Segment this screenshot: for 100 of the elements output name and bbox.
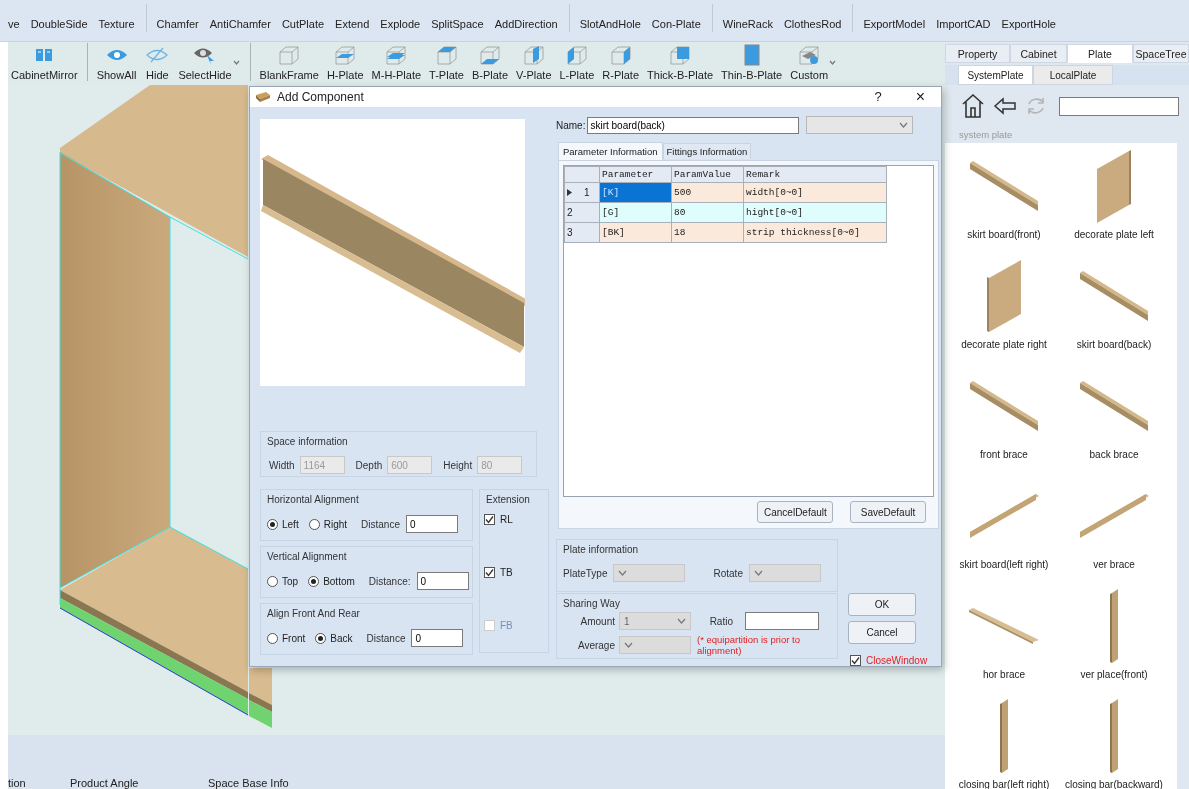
group-title: Vertical Alignment xyxy=(266,550,348,563)
search-field[interactable] xyxy=(1059,96,1179,116)
button[interactable]: Cancel xyxy=(848,621,916,644)
toolbar-button[interactable]: Explode xyxy=(376,17,425,32)
button[interactable]: SaveDefault xyxy=(850,501,926,523)
library-item[interactable]: ver brace xyxy=(1059,475,1169,585)
toolbar-button[interactable]: B-Plate xyxy=(468,44,512,82)
distance-field[interactable]: 0 xyxy=(405,515,458,533)
row-header[interactable]: 2 xyxy=(564,202,600,223)
library-item[interactable]: decorate plate right xyxy=(949,255,1059,365)
row-header[interactable]: 3 xyxy=(564,222,600,243)
toolbar-button[interactable]: ExportHole xyxy=(997,17,1060,32)
library-item[interactable]: ver place(front) xyxy=(1059,585,1169,695)
library-item[interactable]: skirt board(back) xyxy=(1059,255,1169,365)
tab[interactable]: Plate xyxy=(1067,44,1133,63)
toolbar-button[interactable]: ExportModel xyxy=(859,17,930,32)
toolbar-button[interactable]: ClothesRod xyxy=(779,17,846,32)
distance-field[interactable]: 0 xyxy=(411,629,464,647)
button[interactable]: CancelDefault xyxy=(757,501,833,523)
toolbar-button[interactable]: L-Plate xyxy=(556,44,598,82)
toolbar-button[interactable]: BlankFrame xyxy=(256,44,322,82)
caret-icon xyxy=(618,570,628,576)
close-button[interactable]: × xyxy=(905,88,935,106)
toolbar-button[interactable]: Texture xyxy=(94,17,139,32)
tab[interactable]: Parameter Information xyxy=(558,142,663,160)
ratio-field[interactable] xyxy=(745,612,819,630)
library-item[interactable]: hor brace xyxy=(949,585,1059,695)
checkbox[interactable]: RL xyxy=(480,514,548,525)
radio-button[interactable]: Right xyxy=(308,518,348,530)
toolbar-button[interactable]: Thin-B-Plate xyxy=(718,44,786,82)
field-label: Amount xyxy=(579,615,615,627)
toolbar-button[interactable]: WineRack xyxy=(718,17,777,32)
caret-icon[interactable] xyxy=(829,59,837,65)
toolbar-button[interactable]: CutPlate xyxy=(277,17,329,32)
toolbar-button[interactable]: Con-Plate xyxy=(647,17,705,32)
toolbar-button[interactable]: V-Plate xyxy=(513,44,555,82)
toolbar-button[interactable]: SlotAndHole xyxy=(575,17,645,32)
toolbar-button[interactable]: SplitSpace xyxy=(427,17,488,32)
toolbar-button[interactable]: Custom xyxy=(787,44,832,82)
field-label: Distance: xyxy=(368,575,411,587)
help-button[interactable]: ? xyxy=(864,88,892,106)
radio-button[interactable]: Bottom xyxy=(308,575,355,587)
toolbar-button[interactable]: DoubleSide xyxy=(26,17,92,32)
toolbar-button[interactable]: Chamfer xyxy=(152,17,203,32)
board-thumbnail xyxy=(970,381,1038,431)
checkbox[interactable]: TB xyxy=(480,567,548,578)
check-mark-icon xyxy=(851,656,860,665)
radio-button[interactable]: Top xyxy=(267,575,299,587)
toolbar-button[interactable]: Thick-B-Plate xyxy=(644,44,717,82)
row-header[interactable]: 1 xyxy=(564,182,600,203)
field-label: Depth xyxy=(355,459,383,471)
library-item[interactable]: back brace xyxy=(1059,365,1169,475)
toolbar-button[interactable]: CabinetMirror xyxy=(8,44,81,82)
status-label: Space Base Info xyxy=(208,777,290,789)
toolbar-button[interactable]: R-Plate xyxy=(599,44,643,82)
column-header[interactable]: Parameter xyxy=(599,166,672,183)
checkbox[interactable]: CloseWindow xyxy=(848,655,928,666)
group-title: Align Front And Rear xyxy=(266,607,361,620)
tab[interactable]: Cabinet xyxy=(1010,44,1067,63)
button[interactable]: OK xyxy=(848,593,916,616)
name-field[interactable]: skirt board(back) xyxy=(587,116,800,134)
radio-button[interactable]: Left xyxy=(267,518,299,530)
toolbar-button[interactable]: SelectHide xyxy=(175,44,235,82)
column-header[interactable]: ParamValue xyxy=(671,166,744,183)
tab[interactable]: Property xyxy=(945,44,1010,63)
toolbar-button[interactable]: ve xyxy=(4,17,24,32)
plank-icon xyxy=(255,91,271,103)
dropdown-value: 1 xyxy=(624,615,630,627)
path-label: system plate xyxy=(958,128,1014,142)
toolbar-button[interactable]: ShowAll xyxy=(93,44,140,82)
home-icon[interactable] xyxy=(961,93,985,119)
grid-corner xyxy=(564,166,600,183)
column-header[interactable]: Remark xyxy=(743,166,887,183)
tab[interactable]: SystemPlate xyxy=(958,65,1033,85)
library-item[interactable]: front brace xyxy=(949,365,1059,475)
toolbar-button[interactable]: ImportCAD xyxy=(932,17,995,32)
back-arrow-icon[interactable] xyxy=(993,97,1017,115)
library-item[interactable]: skirt board(front) xyxy=(949,145,1059,255)
dropdown[interactable]: 1 xyxy=(619,612,691,630)
note-text: (* equipartition is prior to alignment) xyxy=(696,634,801,656)
tab[interactable]: LocalPlate xyxy=(1033,65,1113,85)
tab[interactable]: Fittings Information xyxy=(662,143,752,159)
toolbar-button[interactable]: Hide xyxy=(141,44,174,82)
toolbar-button[interactable]: H-Plate xyxy=(323,44,367,82)
distance-field[interactable]: 0 xyxy=(416,572,469,590)
field-label: PlateType xyxy=(563,567,608,579)
library-item[interactable]: skirt board(left right) xyxy=(949,475,1059,585)
row-number: 1 xyxy=(584,186,591,198)
row-number: 3 xyxy=(567,226,574,238)
library-item[interactable]: decorate plate left xyxy=(1059,145,1169,255)
toolbar-button[interactable]: AddDirection xyxy=(490,17,562,32)
toolbar-button[interactable]: AntiChamfer xyxy=(205,17,275,32)
radio-button[interactable]: Back xyxy=(315,632,353,644)
radio-button[interactable]: Front xyxy=(267,632,306,644)
field-label: Height xyxy=(443,459,473,471)
tab[interactable]: SpaceTree xyxy=(1133,44,1189,63)
toolbar-button[interactable]: Extend xyxy=(331,17,374,32)
toolbar-button[interactable]: T-Plate xyxy=(426,44,467,82)
caret-icon[interactable] xyxy=(232,59,240,65)
toolbar-button[interactable]: M-H-Plate xyxy=(368,44,425,82)
